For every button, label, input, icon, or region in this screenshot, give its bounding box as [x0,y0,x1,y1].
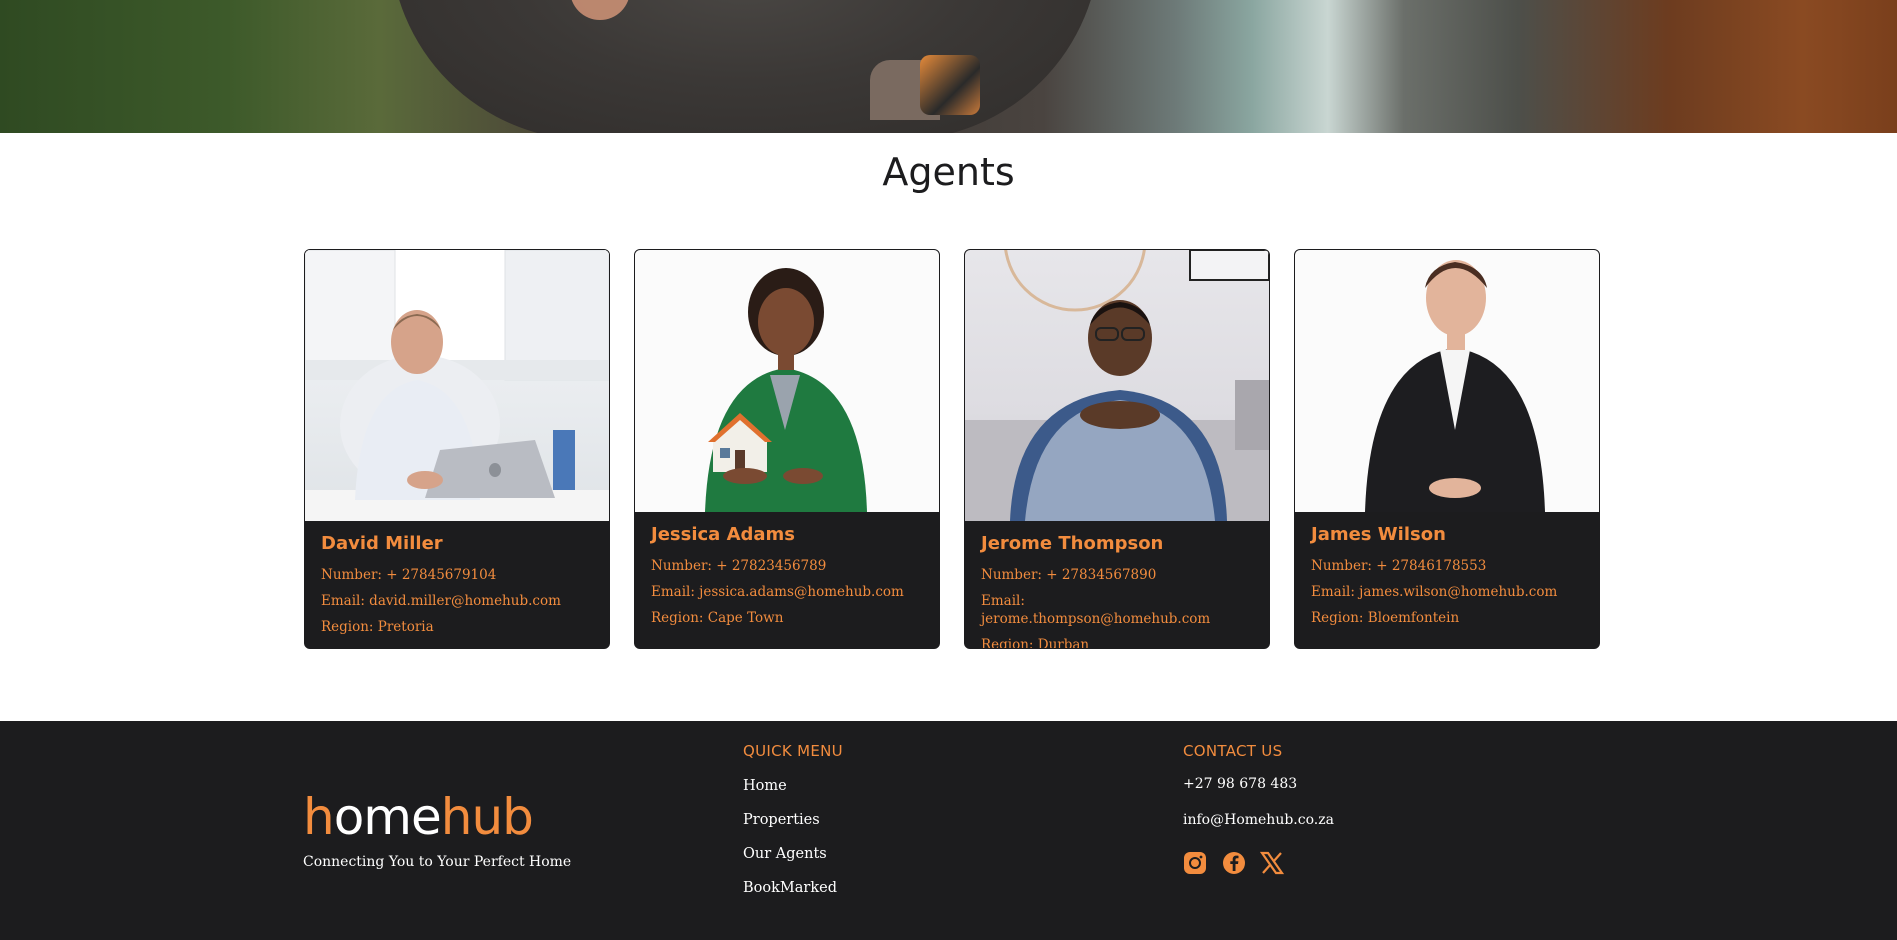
contact-phone[interactable]: +27 98 678 483 [1183,776,1297,792]
agent-name: Jessica Adams [651,524,796,545]
agent-number: Number: + 27834567890 [981,567,1157,583]
agent-region: Region: Pretoria [321,619,434,635]
agent-photo-art [305,250,609,521]
agent-email[interactable]: Email: james.wilson@homehub.com [1311,583,1583,601]
agent-photo-art [705,268,867,512]
footer-link-properties[interactable]: Properties [743,812,820,828]
agent-number: Number: + 27823456789 [651,558,827,574]
agent-info: James Wilson Number: + 27846178553 Email… [1295,524,1599,648]
page-title: Agents [882,150,1015,194]
agent-email[interactable]: Email: jessica.adams@homehub.com [651,583,923,601]
agent-name: James Wilson [1311,524,1446,545]
instagram-icon[interactable] [1183,851,1207,875]
x-icon[interactable] [1260,851,1284,875]
quick-menu-title: QUICK MENU [743,742,843,760]
hero-jacket [390,0,1100,133]
logo-part-h: h [303,788,335,846]
agent-email[interactable]: Email: jerome.thompson@homehub.com [981,592,1253,628]
agent-photo [965,250,1269,521]
agent-photo [1295,250,1599,512]
agent-number: Number: + 27845679104 [321,567,497,583]
logo-part-ome: ome [333,788,442,846]
agent-region: Region: Durban [981,637,1090,649]
agent-email[interactable]: Email: david.miller@homehub.com [321,592,593,610]
agent-card[interactable]: James Wilson Number: + 27846178553 Email… [1294,249,1600,649]
agent-card[interactable]: Jessica Adams Number: + 27823456789 Emai… [634,249,940,649]
footer-link-home[interactable]: Home [743,778,787,794]
hero-watch [920,55,980,115]
footer: homehub Connecting You to Your Perfect H… [0,721,1897,940]
footer-link-bookmarked[interactable]: BookMarked [743,880,837,896]
agent-photo-art [1365,260,1545,512]
agent-photo [635,250,939,512]
agent-number: Number: + 27846178553 [1311,558,1487,574]
facebook-icon[interactable] [1222,851,1246,875]
agent-card[interactable]: David Miller Number: + 27845679104 Email… [304,249,610,649]
logo-part-hub: hub [440,788,534,846]
hero-image [0,0,1897,133]
agent-info: Jessica Adams Number: + 27823456789 Emai… [635,524,939,648]
agent-info: David Miller Number: + 27845679104 Email… [305,533,609,648]
contact-email[interactable]: info@Homehub.co.za [1183,812,1334,828]
agent-region: Region: Cape Town [651,610,784,626]
footer-tagline: Connecting You to Your Perfect Home [303,854,572,870]
homehub-logo[interactable]: homehub [303,787,534,847]
agent-cards: David Miller Number: + 27845679104 Email… [304,249,1600,649]
agent-region: Region: Bloemfontein [1311,610,1460,626]
agent-photo [305,250,609,521]
footer-link-our-agents[interactable]: Our Agents [743,846,827,862]
agent-info: Jerome Thompson Number: + 27834567890 Em… [965,533,1269,648]
agent-name: Jerome Thompson [981,533,1164,554]
agent-name: David Miller [321,533,443,554]
contact-title: CONTACT US [1183,742,1283,760]
agent-card[interactable]: Jerome Thompson Number: + 27834567890 Em… [964,249,1270,649]
agent-photo-art [965,250,1269,521]
